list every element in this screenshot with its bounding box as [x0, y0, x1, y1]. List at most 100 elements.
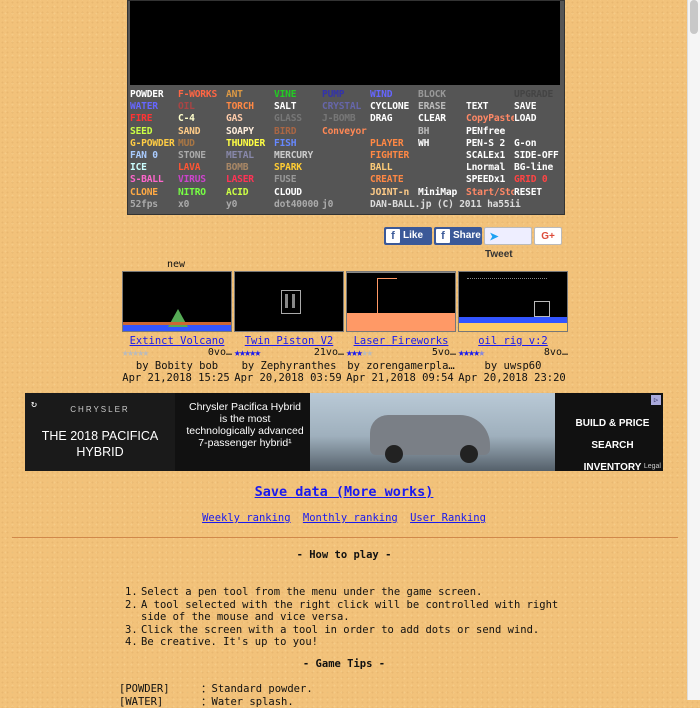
facebook-like-button[interactable]: fLike	[384, 227, 432, 245]
work-thumbnail[interactable]	[234, 271, 344, 332]
ad-left-panel: CHRYSLER THE 2018 PACIFICA HYBRID	[25, 393, 175, 471]
tool-menu-item[interactable]: BALL	[370, 162, 418, 174]
tool-menu-item[interactable]: C-4	[178, 113, 226, 125]
facebook-share-button[interactable]: fShare	[434, 227, 482, 245]
tool-menu-item	[322, 138, 370, 150]
tool-menu-item[interactable]: VINE	[274, 89, 322, 101]
advertisement-banner[interactable]: CHRYSLER THE 2018 PACIFICA HYBRID ↻ Chry…	[25, 393, 663, 471]
tool-menu-item[interactable]: G-on	[514, 138, 562, 150]
tweet-button[interactable]: ➤Tweet	[484, 227, 532, 245]
tool-menu-item[interactable]: Start/Stop	[466, 187, 514, 199]
tool-menu-item[interactable]: PEN-S 2	[466, 138, 514, 150]
tool-menu-item[interactable]: ACID	[226, 187, 274, 199]
tool-menu-item[interactable]: FIGHTER	[370, 150, 418, 162]
tool-menu-item[interactable]: LASER	[226, 174, 274, 186]
tool-menu-item[interactable]: SPEEDx1	[466, 174, 514, 186]
tool-menu-item[interactable]: CLEAR	[418, 113, 466, 125]
game-screen[interactable]	[130, 1, 560, 85]
tool-menu-item[interactable]: NITRO	[178, 187, 226, 199]
work-date: Apr 21,2018 09:54	[344, 372, 456, 384]
tool-menu-item[interactable]: CYCLONE	[370, 101, 418, 113]
tool-menu-item[interactable]: CREATE	[370, 174, 418, 186]
scrollbar-thumb[interactable]	[690, 0, 698, 34]
tool-menu-item[interactable]: CLOUD	[274, 187, 322, 199]
tool-menu-item[interactable]: WATER	[130, 101, 178, 113]
tool-menu-item[interactable]: PENfree	[466, 126, 514, 138]
tool-menu-item[interactable]: LOAD	[514, 113, 562, 125]
tool-menu-item[interactable]: THUNDER	[226, 138, 274, 150]
build-price-link[interactable]: BUILD & PRICE	[565, 413, 660, 435]
tool-menu-item[interactable]: FAN 0	[130, 150, 178, 162]
tool-menu-item[interactable]: CRYSTAL	[322, 101, 370, 113]
tool-menu-item[interactable]: SIDE-OFF	[514, 150, 562, 162]
work-thumbnail[interactable]	[458, 271, 568, 332]
tool-menu-item[interactable]: Conveyor	[322, 126, 370, 138]
tool-menu-item[interactable]: BOMB	[226, 162, 274, 174]
ad-legal-link[interactable]: Legal	[644, 463, 661, 470]
tool-menu-item	[322, 187, 370, 199]
tool-menu-item[interactable]: S-BALL	[130, 174, 178, 186]
tool-menu-item[interactable]: BH	[418, 126, 466, 138]
tool-menu-item[interactable]: MiniMap	[418, 187, 466, 199]
tool-menu-item[interactable]: J-BOMB	[322, 113, 370, 125]
work-thumbnail[interactable]	[346, 271, 456, 332]
tool-menu-item[interactable]: WIND	[370, 89, 418, 101]
tool-menu-item	[418, 162, 466, 174]
tool-menu-item[interactable]: MUD	[178, 138, 226, 150]
user-ranking-link[interactable]: User Ranking	[410, 512, 486, 524]
tool-menu-item[interactable]: BLOCK	[418, 89, 466, 101]
tool-menu-item[interactable]: ANT	[226, 89, 274, 101]
tool-menu-item[interactable]: G-POWDER	[130, 138, 178, 150]
tool-menu-item[interactable]: TORCH	[226, 101, 274, 113]
work-thumbnail[interactable]	[122, 271, 232, 332]
tool-menu-item[interactable]: GAS	[226, 113, 274, 125]
tool-menu-item[interactable]: SCALEx1	[466, 150, 514, 162]
tool-menu-item[interactable]: SALT	[274, 101, 322, 113]
tool-menu-item[interactable]: RESET	[514, 187, 562, 199]
tool-menu-item[interactable]: ERASE	[418, 101, 466, 113]
tool-menu-item[interactable]: OIL	[178, 101, 226, 113]
tool-menu-item[interactable]: POWDER	[130, 89, 178, 101]
tool-menu-item[interactable]: PUMP	[322, 89, 370, 101]
tool-menu-item[interactable]: Lnormal	[466, 162, 514, 174]
tool-menu-item[interactable]: SAND	[178, 126, 226, 138]
tool-menu-item[interactable]: FUSE	[274, 174, 322, 186]
work-author: by uwsp60	[458, 360, 568, 372]
tool-menu-item[interactable]: STONE	[178, 150, 226, 162]
tool-menu-item[interactable]: METAL	[226, 150, 274, 162]
tool-menu-item[interactable]: MERCURY	[274, 150, 322, 162]
tool-menu-item[interactable]: PLAYER	[370, 138, 418, 150]
google-plus-button[interactable]: G+	[534, 227, 562, 245]
tool-menu-item[interactable]: WH	[418, 138, 466, 150]
tool-menu-item[interactable]: SAVE	[514, 101, 562, 113]
tool-menu-item	[322, 162, 370, 174]
tool-menu-item[interactable]: CopyPaste	[466, 113, 514, 125]
tool-menu-item[interactable]: VIRUS	[178, 174, 226, 186]
tool-menu-item[interactable]: TEXT	[466, 101, 514, 113]
tool-menu-item[interactable]: F-WORKS	[178, 89, 226, 101]
reload-icon[interactable]: ↻	[31, 399, 37, 410]
page-scrollbar[interactable]	[687, 0, 700, 700]
tool-menu-item[interactable]: ICE	[130, 162, 178, 174]
weekly-ranking-link[interactable]: Weekly ranking	[202, 512, 291, 524]
ad-headline: THE 2018 PACIFICA HYBRID	[25, 428, 175, 460]
tool-menu-item[interactable]: CLONE	[130, 187, 178, 199]
tool-menu-item[interactable]: BIRD	[274, 126, 322, 138]
tool-menu-item[interactable]: SOAPY	[226, 126, 274, 138]
tool-menu-item[interactable]: BG-line	[514, 162, 562, 174]
tool-menu-item[interactable]: GLASS	[274, 113, 322, 125]
work-card: Twin Piston V2 ★★★★★21vo… by Zephyranthe…	[234, 271, 344, 384]
tool-menu-item[interactable]: JOINT-n	[370, 187, 418, 199]
tool-menu-item[interactable]: GRID 0	[514, 174, 562, 186]
tool-menu-item[interactable]: SPARK	[274, 162, 322, 174]
tool-menu-item[interactable]: SEED	[130, 126, 178, 138]
tool-menu-item[interactable]: FISH	[274, 138, 322, 150]
save-data-link[interactable]: Save data (More works)	[0, 484, 688, 500]
vote-count: 21vo…	[314, 347, 344, 359]
tool-menu-item[interactable]: LAVA	[178, 162, 226, 174]
tool-menu-item[interactable]: UPGRADE	[514, 89, 562, 101]
tool-menu-item[interactable]: FIRE	[130, 113, 178, 125]
monthly-ranking-link[interactable]: Monthly ranking	[303, 512, 398, 524]
adchoices-icon[interactable]: ▷	[651, 395, 661, 405]
tool-menu-item[interactable]: DRAG	[370, 113, 418, 125]
